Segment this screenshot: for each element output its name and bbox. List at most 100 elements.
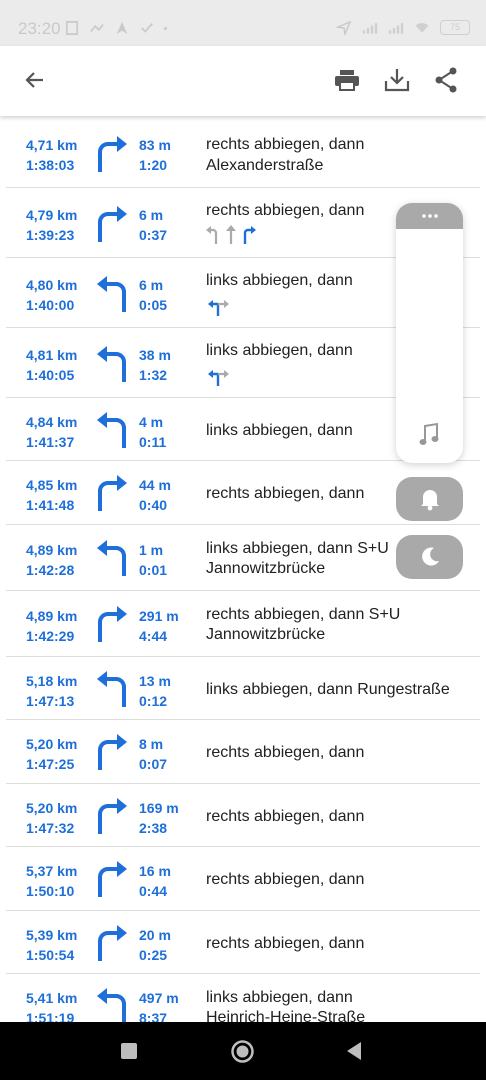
music-note-icon[interactable]	[418, 422, 440, 446]
instruction-text: rechts abbiegen, dann	[206, 136, 365, 153]
list-item[interactable]: 5,18 km 1:47:13 13 m 0:12 links abbiegen…	[0, 657, 486, 720]
cumulative-distance: 4,71 km	[26, 137, 78, 153]
floating-side-panel[interactable]	[396, 203, 463, 463]
cumulative-distance: 4,81 km	[26, 347, 78, 363]
street-name: Jannowitzbrücke	[206, 626, 326, 643]
list-item[interactable]: 5,20 km 1:47:25 8 m 0:07 rechts abbiegen…	[0, 720, 486, 784]
bell-button[interactable]	[396, 477, 463, 521]
segment-distance: 83 m	[139, 137, 171, 153]
cumulative-time: 1:39:23	[26, 227, 75, 243]
signal-icon	[362, 22, 378, 34]
instruction-text: links abbiegen, dann	[206, 989, 353, 1006]
segment-distance: 16 m	[139, 863, 171, 879]
status-notification-icons	[64, 21, 167, 35]
segment-distance: 8 m	[139, 736, 164, 752]
lane-split-icon	[208, 300, 229, 316]
segment-time: 0:37	[139, 227, 168, 243]
cumulative-distance: 4,84 km	[26, 414, 78, 430]
cumulative-time: 1:47:13	[26, 693, 75, 709]
share-button[interactable]	[428, 62, 464, 98]
lane-guidance	[206, 224, 256, 244]
circle-icon[interactable]	[230, 1039, 255, 1064]
cumulative-time: 1:50:10	[26, 883, 75, 899]
segment-distance: 44 m	[139, 477, 171, 493]
lane-right-icon	[243, 226, 256, 244]
lane-straight-icon	[226, 225, 236, 244]
night-mode-button[interactable]	[396, 535, 463, 579]
lane-guidance	[206, 366, 232, 386]
instruction-text: rechts abbiegen, dann	[206, 935, 365, 952]
cumulative-distance: 4,89 km	[26, 542, 78, 558]
panel-handle[interactable]	[396, 203, 463, 229]
cumulative-time: 1:40:05	[26, 367, 75, 383]
segment-time: 0:25	[139, 947, 168, 963]
lane-split-icon	[208, 370, 229, 386]
square-icon[interactable]	[120, 1042, 138, 1060]
status-bar: 23:20 75	[0, 0, 486, 46]
segment-time: 0:40	[139, 497, 168, 513]
back-button[interactable]	[17, 62, 53, 98]
system-navigation-bar	[0, 1022, 486, 1080]
navigation-icon	[116, 21, 128, 35]
cumulative-time: 1:50:54	[26, 947, 75, 963]
triangle-back-icon[interactable]	[345, 1041, 363, 1061]
segment-time: 1:20	[139, 157, 168, 173]
list-item[interactable]: 4,71 km 1:38:03 83 m 1:20 rechts abbiege…	[0, 118, 486, 188]
cumulative-distance: 5,41 km	[26, 990, 78, 1006]
turn-left-icon	[97, 671, 126, 707]
segment-distance: 13 m	[139, 673, 171, 689]
print-button[interactable]	[329, 62, 365, 98]
turn-right-icon	[98, 734, 127, 770]
instruction-text: rechts abbiegen, dann	[206, 871, 365, 888]
segment-time: 0:12	[139, 693, 168, 709]
segment-distance: 20 m	[139, 927, 171, 943]
segment-distance: 4 m	[139, 414, 164, 430]
dot-icon	[164, 26, 167, 30]
turn-right-icon	[98, 798, 127, 834]
turn-left-icon	[97, 346, 126, 382]
segment-time: 0:05	[139, 297, 168, 313]
segment-time: 0:44	[139, 883, 168, 899]
instruction-text: rechts abbiegen, dann S+U	[206, 606, 401, 623]
turn-right-icon	[98, 475, 127, 511]
instruction-text: rechts abbiegen, dann	[206, 808, 365, 825]
turn-right-icon	[98, 206, 127, 242]
list-item[interactable]: 5,20 km 1:47:32 169 m 2:38 rechts abbieg…	[0, 784, 486, 847]
turn-left-icon	[97, 276, 126, 312]
battery-icon: 75	[440, 20, 470, 35]
segment-distance: 497 m	[139, 990, 179, 1006]
segment-time: 0:11	[139, 434, 167, 450]
signal-icon-2	[388, 22, 404, 34]
segment-distance: 6 m	[139, 277, 164, 293]
cumulative-time: 1:42:28	[26, 562, 75, 578]
lane-guidance	[206, 296, 232, 316]
app-bar	[0, 46, 486, 116]
download-button[interactable]	[379, 62, 415, 98]
moon-icon	[421, 547, 439, 566]
check-icon	[141, 23, 153, 33]
location-arrow-icon	[336, 20, 352, 35]
turn-right-icon	[98, 136, 127, 172]
status-time: 23:20	[18, 19, 61, 38]
cumulative-time: 1:42:29	[26, 628, 75, 644]
segment-time: 4:44	[139, 628, 168, 644]
cumulative-time: 1:41:48	[26, 497, 75, 513]
cumulative-distance: 5,20 km	[26, 736, 78, 752]
segment-time: 0:01	[139, 562, 168, 578]
cumulative-time: 1:41:37	[26, 434, 75, 450]
turn-left-icon	[97, 540, 126, 576]
list-item[interactable]: 5,39 km 1:50:54 20 m 0:25 rechts abbiege…	[0, 911, 486, 974]
segment-time: 0:07	[139, 756, 168, 772]
share-icon	[435, 67, 457, 93]
cumulative-distance: 4,80 km	[26, 277, 78, 293]
download-icon	[384, 69, 410, 92]
notification-icon	[65, 21, 79, 35]
turn-right-icon	[98, 606, 127, 642]
cumulative-distance: 4,89 km	[26, 608, 78, 624]
arrow-back-icon	[25, 72, 43, 88]
list-item[interactable]: 4,89 km 1:42:29 291 m 4:44 rechts abbieg…	[0, 591, 486, 657]
cumulative-distance: 5,20 km	[26, 800, 78, 816]
cumulative-distance: 5,37 km	[26, 863, 78, 879]
list-item[interactable]: 5,37 km 1:50:10 16 m 0:44 rechts abbiege…	[0, 847, 486, 911]
turn-right-icon	[98, 861, 127, 897]
